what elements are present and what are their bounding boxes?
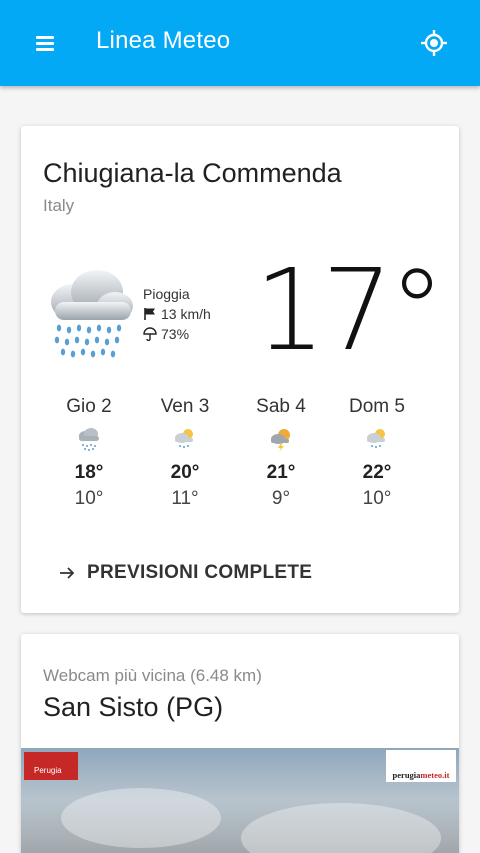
app-title: Linea Meteo bbox=[96, 27, 231, 54]
sun-storm-icon bbox=[271, 429, 290, 452]
forecast-high: 20° bbox=[170, 462, 200, 483]
webcam-card[interactable]: Webcam più vicina (6.48 km) San Sisto (P… bbox=[21, 634, 459, 853]
forecast-low: 11° bbox=[171, 488, 199, 509]
heavy-rain-cloud-icon bbox=[51, 270, 133, 358]
forecast-high: 22° bbox=[362, 462, 392, 483]
forecast-low: 10° bbox=[362, 488, 392, 509]
webcam-title: San Sisto (PG) bbox=[43, 692, 224, 722]
forecast-row: Gio 2 18° 10° Ven 3 20° 11° Sab 4 21° 9°… bbox=[41, 396, 439, 510]
forecast-high: 21° bbox=[266, 462, 296, 483]
cloud-sun-rain-icon bbox=[367, 429, 385, 448]
my-location-icon[interactable] bbox=[420, 29, 448, 57]
arrow-right-icon bbox=[60, 567, 75, 579]
forecast-day: Dom 5 22° 10° bbox=[329, 396, 425, 510]
forecast-day-name: Ven 3 bbox=[160, 396, 210, 417]
forecast-day-name: Dom 5 bbox=[349, 396, 405, 417]
rain-probability: 73% bbox=[161, 326, 190, 342]
flag-icon bbox=[144, 308, 155, 320]
webcam-image[interactable]: Perugia perugiameteo.it bbox=[21, 748, 459, 853]
forecast-day-name: Gio 2 bbox=[66, 396, 112, 417]
forecast-low: 9° bbox=[271, 488, 291, 509]
menu-icon[interactable] bbox=[30, 30, 60, 56]
location-name: Chiugiana-la Commenda bbox=[43, 158, 342, 188]
full-forecast-button[interactable]: PREVISIONI COMPLETE bbox=[59, 562, 312, 584]
forecast-high: 18° bbox=[74, 462, 104, 483]
condition-text: Pioggia bbox=[143, 286, 190, 302]
forecast-day: Gio 2 18° 10° bbox=[41, 396, 137, 510]
perugiameteo-logo: perugiameteo.it bbox=[386, 750, 456, 782]
wind-info: 13 km/h bbox=[143, 306, 211, 322]
full-forecast-label: PREVISIONI COMPLETE bbox=[87, 562, 313, 583]
app-bar: Linea Meteo bbox=[0, 0, 480, 86]
wind-speed: 13 km/h bbox=[161, 306, 211, 322]
current-weather-card: Chiugiana-la Commenda Italy Pioggia 13 k… bbox=[21, 126, 459, 613]
perugia-logo: Perugia bbox=[24, 752, 78, 780]
rain-info: 73% bbox=[143, 326, 189, 342]
country-name: Italy bbox=[43, 196, 75, 215]
current-temperature: 17° bbox=[254, 246, 445, 376]
forecast-day-name: Sab 4 bbox=[256, 396, 306, 417]
forecast-low: 10° bbox=[74, 488, 104, 509]
forecast-day: Ven 3 20° 11° bbox=[137, 396, 233, 510]
umbrella-icon bbox=[143, 327, 157, 341]
cloud-sun-rain-icon bbox=[175, 429, 193, 448]
webcam-subtitle: Webcam più vicina (6.48 km) bbox=[43, 666, 262, 685]
forecast-day: Sab 4 21° 9° bbox=[233, 396, 329, 510]
rain-cloud-icon bbox=[79, 428, 99, 451]
